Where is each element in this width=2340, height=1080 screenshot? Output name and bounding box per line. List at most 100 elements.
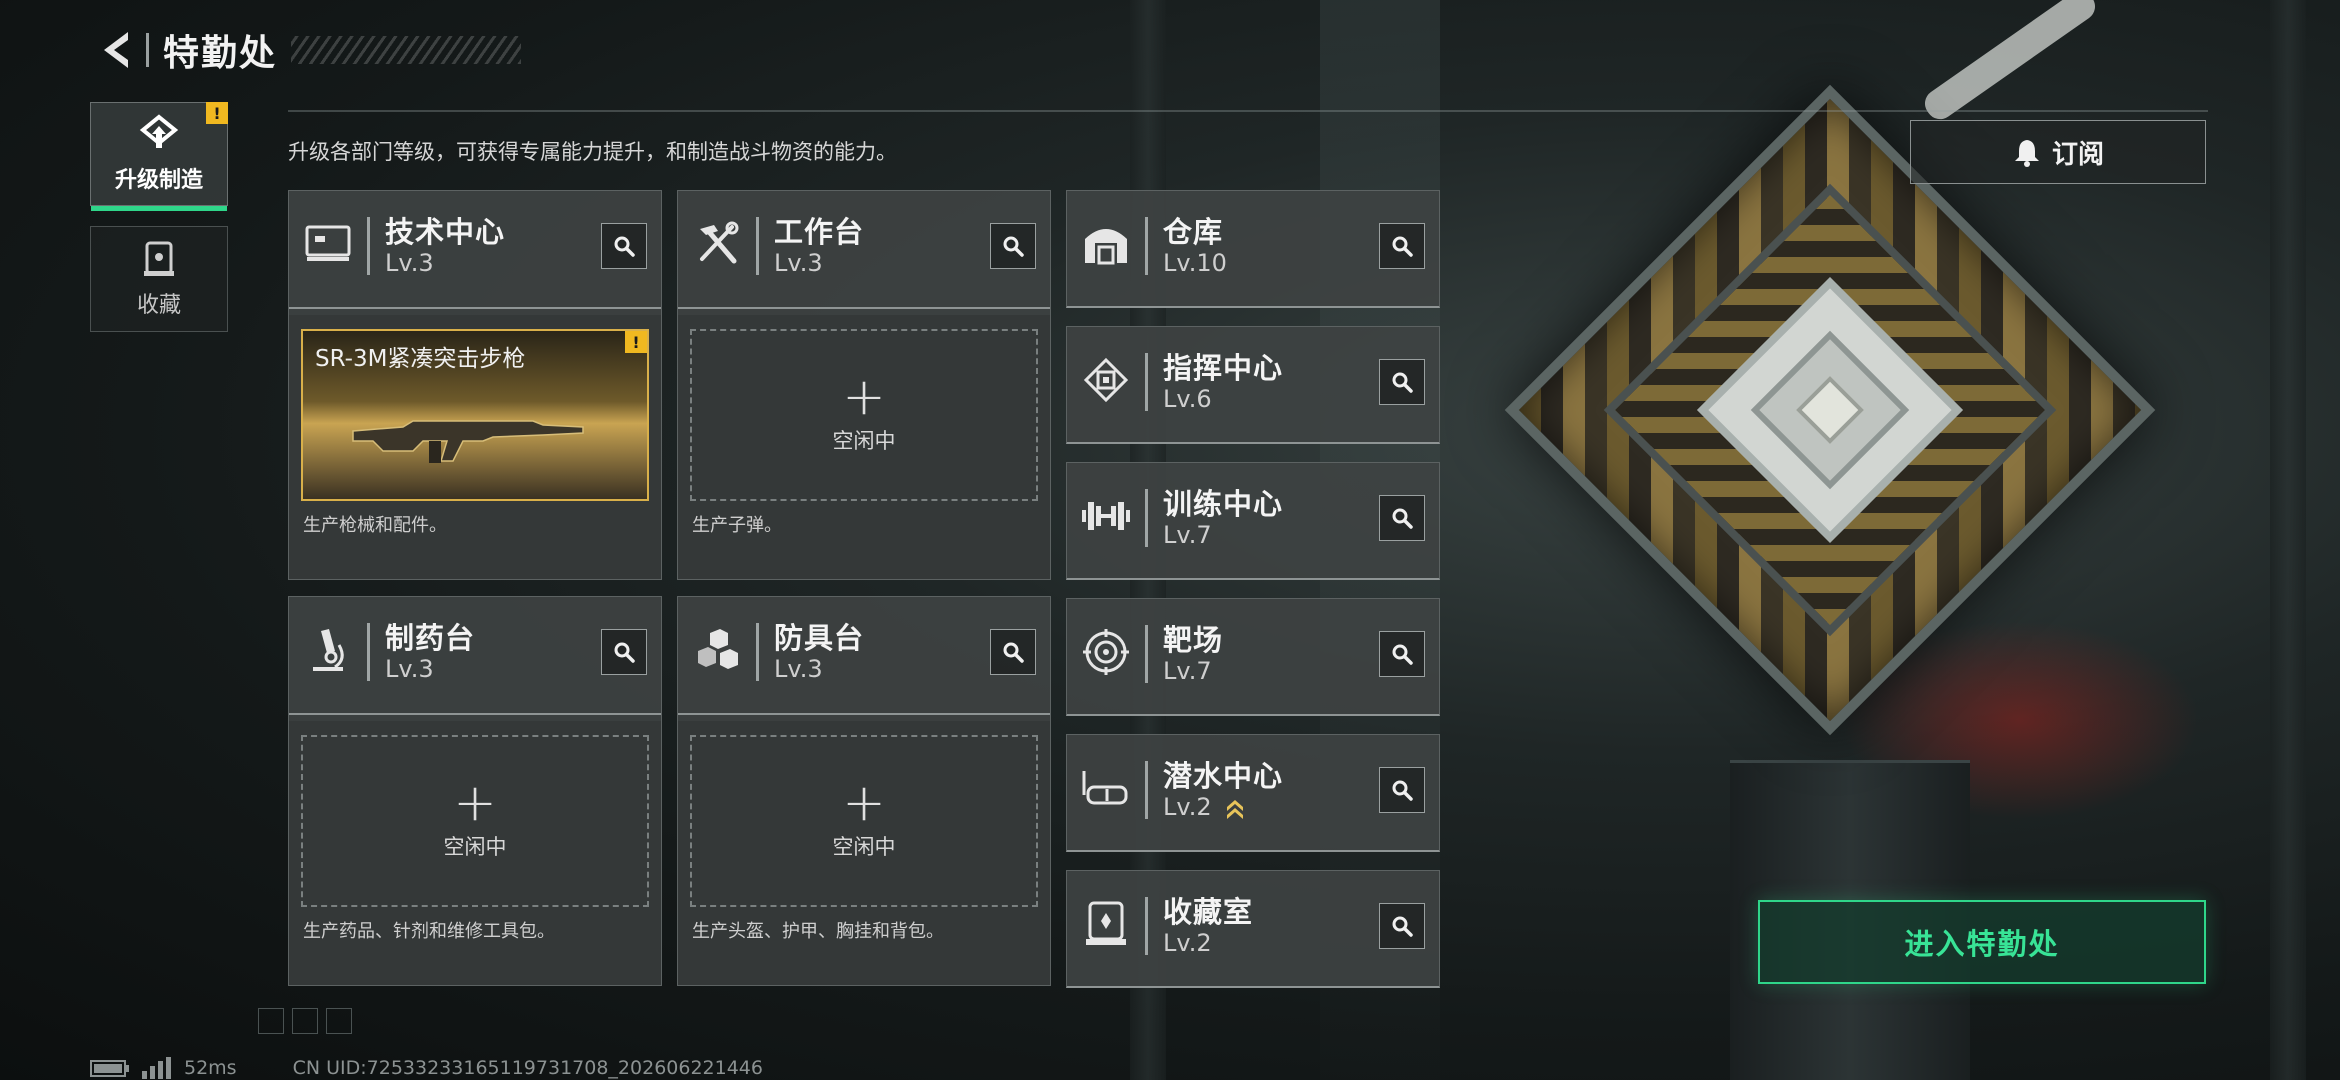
- inspect-button[interactable]: [1379, 903, 1425, 949]
- facility-level: Lv.7: [1163, 521, 1212, 549]
- facility-name: 指挥中心: [1163, 351, 1284, 385]
- nav-upgrade-craft[interactable]: 升级制造 !: [90, 102, 228, 211]
- card-body: SR-3M紧凑突击步枪 ! 生产枪械和配件。: [289, 315, 661, 579]
- ping-value: 52ms: [184, 1057, 237, 1079]
- facility-card-command-center[interactable]: 指挥中心 Lv.6: [1066, 326, 1440, 444]
- facility-card-pharmacy: 制药台 Lv.3 + 空闲中 生产药品、针剂和维修工具包。: [288, 596, 662, 986]
- inspect-button[interactable]: [1379, 359, 1425, 405]
- enter-label: 进入特勤处: [1904, 927, 2060, 961]
- display-case-icon: [1079, 897, 1133, 951]
- header-separator: [756, 217, 759, 275]
- inspect-button[interactable]: [1379, 631, 1425, 677]
- facility-card-warehouse[interactable]: 仓库 Lv.10: [1066, 190, 1440, 308]
- search-icon: [1392, 372, 1413, 393]
- slot-status: 空闲中: [443, 835, 507, 859]
- decorative-squares: [258, 1008, 352, 1034]
- collection-case-icon: [144, 241, 174, 276]
- search-icon: [1392, 644, 1413, 665]
- facility-name: 工作台: [774, 215, 865, 249]
- production-slot-empty[interactable]: + 空闲中: [301, 735, 649, 907]
- facility-description: 生产枪械和配件。: [303, 515, 447, 536]
- alert-badge: !: [625, 331, 647, 353]
- nav-label: 升级制造: [114, 168, 203, 193]
- facility-card-collection-room[interactable]: 收藏室 Lv.2: [1066, 870, 1440, 988]
- upgrade-available-icon: [1227, 800, 1244, 819]
- back-arrow-icon: [104, 32, 128, 68]
- title-divider: [146, 33, 149, 67]
- background-pillar: [2270, 0, 2306, 1080]
- page-description: 升级各部门等级，可获得专属能力提升，和制造战斗物资的能力。: [288, 140, 897, 164]
- status-bar: 52ms CN UID:7253323316511973170​8_202606…: [90, 1056, 763, 1080]
- production-slot-empty[interactable]: + 空闲中: [690, 735, 1038, 907]
- enter-special-ops-button[interactable]: 进入特勤处: [1758, 900, 2206, 984]
- item-name: SR-3M紧凑突击步枪: [315, 346, 526, 372]
- header-separator: [756, 623, 759, 681]
- subscribe-label: 订阅: [2051, 139, 2104, 170]
- user-uid: CN UID:7253323316511973170​8_20260622144…: [292, 1057, 763, 1079]
- back-button[interactable]: [90, 22, 142, 78]
- armor-boxes-icon: [690, 623, 744, 677]
- card-header[interactable]: 制药台 Lv.3: [289, 597, 661, 715]
- header-separator: [367, 623, 370, 681]
- inspect-button[interactable]: [1379, 223, 1425, 269]
- rifle-image: [352, 420, 584, 463]
- header-separator: [1145, 489, 1148, 547]
- diving-mask-icon: [1079, 761, 1133, 815]
- nav-label: 收藏: [136, 293, 181, 318]
- tools-icon: [690, 217, 744, 271]
- dumbbell-icon: [1079, 489, 1133, 543]
- warehouse-icon: [1079, 217, 1133, 271]
- facility-card-shooting-range[interactable]: 靶场 Lv.7: [1066, 598, 1440, 716]
- card-body: + 空闲中 生产药品、针剂和维修工具包。: [289, 721, 661, 985]
- facility-description: 生产子弹。: [692, 515, 782, 536]
- facility-level: Lv.6: [1163, 385, 1212, 413]
- search-icon: [1003, 236, 1024, 257]
- facility-level: Lv.10: [1163, 249, 1227, 277]
- card-body: + 空闲中 生产子弹。: [678, 315, 1050, 579]
- search-icon: [614, 642, 635, 663]
- nav-collection[interactable]: 收藏: [90, 226, 228, 332]
- facility-name: 靶场: [1163, 623, 1224, 657]
- microscope-icon: [301, 623, 355, 677]
- header-separator: [367, 217, 370, 275]
- header-separator: [1145, 761, 1148, 819]
- card-header[interactable]: 防具台 Lv.3: [678, 597, 1050, 715]
- facility-level: Lv.3: [774, 655, 823, 683]
- search-icon: [1003, 642, 1024, 663]
- facility-card-diving-center[interactable]: 潜水中心 Lv.2: [1066, 734, 1440, 852]
- production-slot-empty[interactable]: + 空闲中: [690, 329, 1038, 501]
- facility-level-row: Lv.2: [1163, 793, 1245, 821]
- card-header[interactable]: 技术中心 Lv.3: [289, 191, 661, 309]
- facility-card-training-center[interactable]: 训练中心 Lv.7: [1066, 462, 1440, 580]
- search-icon: [1392, 508, 1413, 529]
- top-bar: 特勤处: [90, 22, 522, 78]
- subscribe-button[interactable]: 订阅: [1910, 120, 2206, 184]
- facility-level: Lv.2: [1163, 929, 1212, 957]
- title-decoration: [291, 36, 522, 64]
- battery-icon: [90, 1060, 129, 1077]
- card-body: + 空闲中 生产头盔、护甲、胸挂和背包。: [678, 721, 1050, 985]
- facility-description: 生产头盔、护甲、胸挂和背包。: [692, 921, 944, 942]
- card-header[interactable]: 工作台 Lv.3: [678, 191, 1050, 309]
- header-separator: [1145, 217, 1148, 275]
- inspect-button[interactable]: [601, 223, 647, 269]
- search-icon: [1392, 236, 1413, 257]
- facility-card-workbench: 工作台 Lv.3 + 空闲中 生产子弹。: [677, 190, 1051, 580]
- inspect-button[interactable]: [1379, 495, 1425, 541]
- facility-name: 制药台: [385, 621, 476, 655]
- add-icon: +: [842, 773, 886, 833]
- production-slot-item[interactable]: SR-3M紧凑突击步枪 !: [301, 329, 649, 501]
- slot-status: 空闲中: [832, 835, 896, 859]
- slot-status: 空闲中: [832, 429, 896, 453]
- inspect-button[interactable]: [601, 629, 647, 675]
- facility-name: 训练中心: [1163, 487, 1284, 521]
- inspect-button[interactable]: [990, 629, 1036, 675]
- bell-icon: [2014, 140, 2039, 167]
- facility-name: 防具台: [774, 621, 865, 655]
- facility-level: Lv.3: [385, 249, 434, 277]
- inspect-button[interactable]: [1379, 767, 1425, 813]
- add-icon: +: [453, 773, 497, 833]
- facility-level: Lv.3: [385, 655, 434, 683]
- search-icon: [1392, 780, 1413, 801]
- inspect-button[interactable]: [990, 223, 1036, 269]
